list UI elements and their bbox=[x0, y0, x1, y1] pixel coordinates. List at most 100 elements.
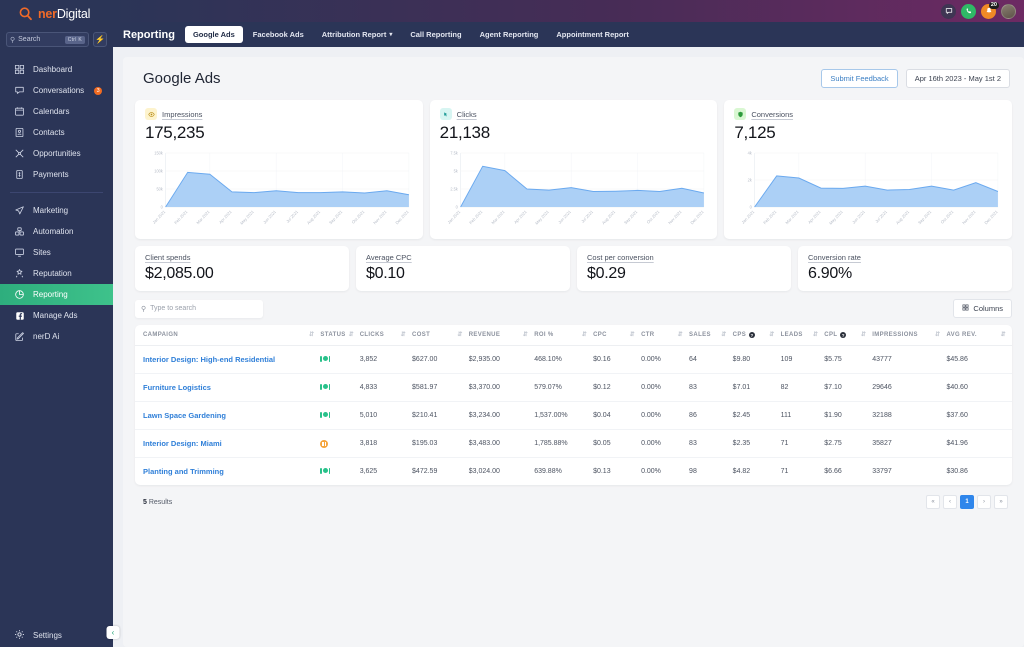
sidebar-item-automation[interactable]: Automation bbox=[0, 221, 113, 242]
sidebar-item-reporting[interactable]: Reporting bbox=[0, 284, 113, 305]
columns-icon bbox=[962, 304, 969, 313]
cell-roi: 579.07% bbox=[534, 373, 594, 402]
campaign-name-link[interactable]: Interior Design: Miami bbox=[135, 429, 321, 458]
sort-icon[interactable]: ⇵ bbox=[769, 332, 780, 338]
pie-chart-icon bbox=[14, 289, 25, 300]
tab-attribution-report[interactable]: Attribution Report ▾ bbox=[314, 26, 401, 43]
sort-icon[interactable]: ⇵ bbox=[309, 332, 320, 338]
pagination-next[interactable]: › bbox=[977, 495, 991, 509]
metric-header: Clicks bbox=[439, 108, 708, 120]
sort-icon[interactable]: ⇵ bbox=[630, 332, 641, 338]
sort-icon[interactable]: ⇵ bbox=[935, 332, 946, 338]
brand-logo-area[interactable]: nerDigital bbox=[0, 0, 113, 28]
stat-label[interactable]: Cost per conversion bbox=[587, 253, 781, 262]
columns-button[interactable]: Columns bbox=[953, 299, 1012, 318]
sidebar-item-contacts[interactable]: Contacts bbox=[0, 122, 113, 143]
tab-label: Google Ads bbox=[192, 30, 235, 39]
column-header-cps[interactable]: CPS? ⇵ bbox=[732, 325, 781, 346]
sidebar-item-reputation[interactable]: Reputation bbox=[0, 263, 113, 284]
cell-cpc: $0.05 bbox=[593, 429, 642, 458]
column-header-cpl[interactable]: CPL? ⇵ bbox=[824, 325, 873, 346]
column-header-ctr[interactable]: CTR ⇵ bbox=[641, 325, 690, 346]
campaign-name-link[interactable]: Interior Design: High-end Residential bbox=[135, 345, 321, 374]
table-row[interactable]: Interior Design: Miami 3,818 $195.03 $3,483… bbox=[135, 429, 1012, 458]
cell-clicks: 5,010 bbox=[359, 401, 413, 430]
column-header-impressions[interactable]: IMPRESSIONS ⇵ bbox=[872, 325, 947, 346]
sort-icon[interactable]: ⇵ bbox=[721, 332, 732, 338]
cell-revenue: $3,370.00 bbox=[468, 373, 535, 402]
table-row[interactable]: Interior Design: High-end Residential 3,8… bbox=[135, 345, 1012, 374]
status-active-icon bbox=[320, 355, 331, 362]
column-header-avg-rev-[interactable]: AVG REV. ⇵ bbox=[946, 325, 1012, 346]
gear-icon bbox=[14, 629, 25, 642]
sidebar-item-opportunities[interactable]: Opportunities bbox=[0, 143, 113, 164]
sidebar-collapse-button[interactable]: ‹ bbox=[106, 626, 120, 639]
sidebar-item-payments[interactable]: Payments bbox=[0, 164, 113, 185]
tab-google-ads[interactable]: Google Ads bbox=[184, 26, 243, 43]
sidebar-item-dashboard[interactable]: Dashboard bbox=[0, 59, 113, 80]
tab-call-reporting[interactable]: Call Reporting bbox=[402, 26, 469, 43]
pagination-last[interactable]: » bbox=[994, 495, 1008, 509]
metric-label[interactable]: Conversions bbox=[751, 110, 793, 119]
info-icon[interactable]: ? bbox=[749, 332, 756, 338]
cell-revenue: $2,935.00 bbox=[468, 345, 535, 374]
sort-icon[interactable]: ⇵ bbox=[582, 332, 593, 338]
table-row[interactable]: Furniture Logistics 4,833 $581.97 $3,370.00… bbox=[135, 373, 1012, 402]
column-header-sales[interactable]: SALES ⇵ bbox=[689, 325, 733, 346]
sidebar-item-calendars[interactable]: Calendars bbox=[0, 101, 113, 122]
sidebar-item-conversations[interactable]: Conversations 3 bbox=[0, 80, 113, 101]
sort-icon[interactable]: ⇵ bbox=[523, 332, 534, 338]
stat-label[interactable]: Client spends bbox=[145, 253, 339, 262]
metric-cards: Impressions 175,235 0 50k 100k 150k Jan 2021 Fe… bbox=[135, 100, 1013, 239]
column-header-campaign[interactable]: CAMPAIGN ⇵ bbox=[135, 325, 321, 346]
sidebar-item-nerd-ai[interactable]: nerD Ai bbox=[0, 326, 113, 347]
column-header-clicks[interactable]: CLICKS ⇵ bbox=[359, 325, 413, 346]
column-header-leads[interactable]: LEADS ⇵ bbox=[780, 325, 825, 346]
stat-label[interactable]: Conversion rate bbox=[808, 253, 1002, 262]
column-header-cost[interactable]: COST ⇵ bbox=[412, 325, 469, 346]
sort-icon[interactable]: ⇵ bbox=[401, 332, 412, 338]
tab-facebook-ads[interactable]: Facebook Ads bbox=[245, 26, 312, 43]
sort-icon[interactable]: ⇵ bbox=[349, 332, 360, 338]
table-row[interactable]: Planting and Trimming 3,625 $472.59 $3,024.… bbox=[135, 458, 1012, 486]
quick-action-bolt-button[interactable]: ⚡ bbox=[93, 32, 107, 47]
column-header-cpc[interactable]: CPC ⇵ bbox=[593, 325, 642, 346]
sort-icon[interactable]: ⇵ bbox=[1001, 332, 1012, 338]
submit-feedback-button[interactable]: Submit Feedback bbox=[821, 69, 898, 88]
pagination-page-1[interactable]: 1 bbox=[960, 495, 974, 509]
metric-label[interactable]: Clicks bbox=[457, 110, 477, 119]
tab-agent-reporting[interactable]: Agent Reporting bbox=[472, 26, 547, 43]
stat-label[interactable]: Average CPC bbox=[366, 253, 560, 262]
sidebar-item-settings[interactable]: Settings bbox=[0, 623, 113, 647]
sort-icon[interactable]: ⇵ bbox=[457, 332, 468, 338]
avatar[interactable] bbox=[1001, 3, 1016, 19]
pagination-prev[interactable]: ‹ bbox=[943, 495, 957, 509]
cell-cps: $4.82 bbox=[732, 468, 751, 475]
sidebar-item-sites[interactable]: Sites bbox=[0, 242, 113, 263]
cell-avg-rev: $45.86 bbox=[946, 345, 1012, 374]
info-icon[interactable]: ? bbox=[840, 332, 847, 338]
table-row[interactable]: Lawn Space Gardening 5,010 $210.41 $3,234.0… bbox=[135, 401, 1012, 430]
sidebar-item-manage-ads[interactable]: Manage Ads bbox=[0, 305, 113, 326]
sort-icon[interactable]: ⇵ bbox=[861, 332, 872, 338]
column-header-revenue[interactable]: REVENUE ⇵ bbox=[468, 325, 535, 346]
date-range-picker[interactable]: Apr 16th 2023 - May 1st 2 bbox=[905, 69, 1010, 88]
column-header-roi-[interactable]: ROI % ⇵ bbox=[534, 325, 594, 346]
notification-bell-icon-button[interactable]: 20 bbox=[981, 1, 999, 19]
sort-icon[interactable]: ⇵ bbox=[813, 332, 824, 338]
sort-icon[interactable]: ⇵ bbox=[678, 332, 689, 338]
metric-label[interactable]: Impressions bbox=[162, 110, 202, 119]
column-header-status[interactable]: STATUS ⇵ bbox=[320, 325, 360, 346]
phone-icon-button[interactable] bbox=[961, 3, 976, 19]
campaign-name-link[interactable]: Furniture Logistics bbox=[135, 373, 321, 402]
table-search-input[interactable]: ⚲ Type to search bbox=[135, 299, 263, 318]
cell-cost: $195.03 bbox=[412, 429, 469, 458]
campaign-name-link[interactable]: Planting and Trimming bbox=[135, 458, 320, 486]
sidebar-item-marketing[interactable]: Marketing bbox=[0, 200, 113, 221]
chat-bubble-icon-button[interactable] bbox=[941, 3, 956, 19]
svg-text:May 2021: May 2021 bbox=[534, 209, 550, 226]
campaign-name-link[interactable]: Lawn Space Gardening bbox=[135, 401, 321, 430]
tab-appointment-report[interactable]: Appointment Report bbox=[548, 26, 637, 43]
search-input[interactable]: ⚲ Search Ctrl K bbox=[6, 32, 89, 47]
pagination-first[interactable]: « bbox=[926, 495, 940, 509]
